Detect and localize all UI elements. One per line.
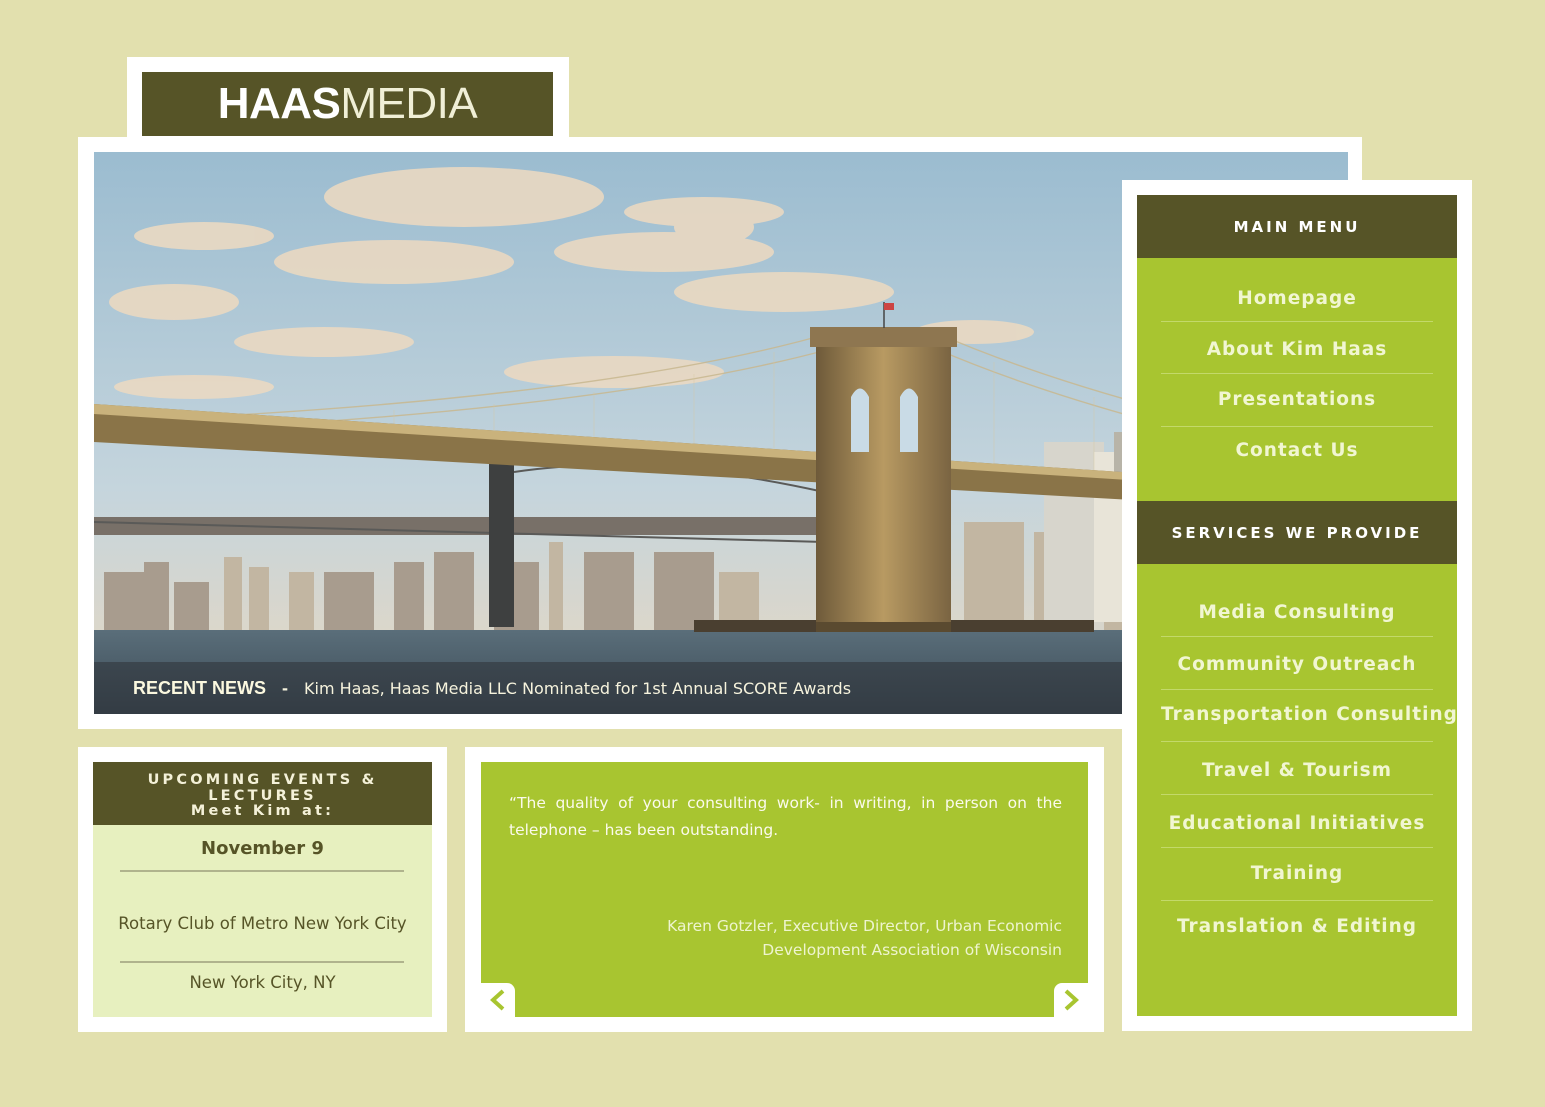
service-item-education[interactable]: Educational Initiatives — [1161, 813, 1433, 834]
service-item-media-consulting[interactable]: Media Consulting — [1161, 602, 1433, 623]
news-headline[interactable]: Kim Haas, Haas Media LLC Nominated for 1… — [304, 679, 851, 698]
menu-item-about[interactable]: About Kim Haas — [1161, 339, 1433, 360]
service-item-travel-tourism[interactable]: Travel & Tourism — [1161, 760, 1433, 781]
author-line-2: Development Association of Wisconsin — [762, 941, 1062, 959]
author-line-1: Karen Gotzler, Executive Director, Urban… — [667, 917, 1062, 935]
news-label: RECENT NEWS — [133, 677, 267, 698]
chevron-left-icon — [490, 989, 505, 1011]
event-venue: Rotary Club of Metro New York City — [118, 914, 407, 933]
site-logo[interactable]: HAAS MEDIA — [142, 72, 553, 136]
service-item-transportation[interactable]: Transportation Consulting — [1161, 704, 1457, 725]
recent-news-bar[interactable]: RECENT NEWS - Kim Haas, Haas Media LLC N… — [94, 662, 1122, 714]
service-item-training[interactable]: Training — [1161, 863, 1433, 884]
logo-light-text: MEDIA — [340, 79, 478, 128]
menu-divider — [1161, 373, 1433, 374]
testimonial-quote: “The quality of your consulting work- in… — [509, 794, 1062, 839]
event-date: November 9 — [201, 838, 324, 859]
menu-divider — [1161, 426, 1433, 427]
testimonial-author: Karen Gotzler, Executive Director, Urban… — [600, 914, 1062, 962]
menu-divider — [1161, 636, 1433, 637]
previous-arrow-button[interactable] — [481, 983, 515, 1017]
event-divider — [120, 870, 404, 872]
events-subtitle: Meet Kim at: — [190, 803, 335, 819]
sidebar-menu: MAIN MENU Homepage About Kim Haas Presen… — [1137, 195, 1457, 1016]
menu-item-homepage[interactable]: Homepage — [1161, 288, 1433, 309]
events-title: UPCOMING EVENTS & LECTURES — [147, 772, 378, 804]
menu-divider — [1161, 794, 1433, 795]
menu-divider — [1161, 900, 1433, 901]
chevron-right-icon — [1064, 989, 1079, 1011]
service-item-translation[interactable]: Translation & Editing — [1161, 916, 1433, 937]
news-separator: - — [282, 677, 289, 698]
service-item-community-outreach[interactable]: Community Outreach — [1161, 654, 1433, 675]
menu-divider — [1161, 689, 1433, 690]
services-heading: SERVICES WE PROVIDE — [1137, 501, 1457, 564]
menu-divider — [1161, 847, 1433, 848]
event-location: New York City, NY — [189, 973, 336, 992]
menu-divider — [1161, 321, 1433, 322]
next-arrow-button[interactable] — [1054, 983, 1088, 1017]
logo-bold-text: HAAS — [217, 79, 341, 128]
menu-divider — [1161, 741, 1433, 742]
menu-item-contact[interactable]: Contact Us — [1161, 440, 1433, 461]
main-menu-heading: MAIN MENU — [1137, 195, 1457, 258]
menu-item-presentations[interactable]: Presentations — [1161, 389, 1433, 410]
event-divider — [120, 961, 404, 963]
events-heading: UPCOMING EVENTS & LECTURES Meet Kim at: — [93, 762, 432, 825]
